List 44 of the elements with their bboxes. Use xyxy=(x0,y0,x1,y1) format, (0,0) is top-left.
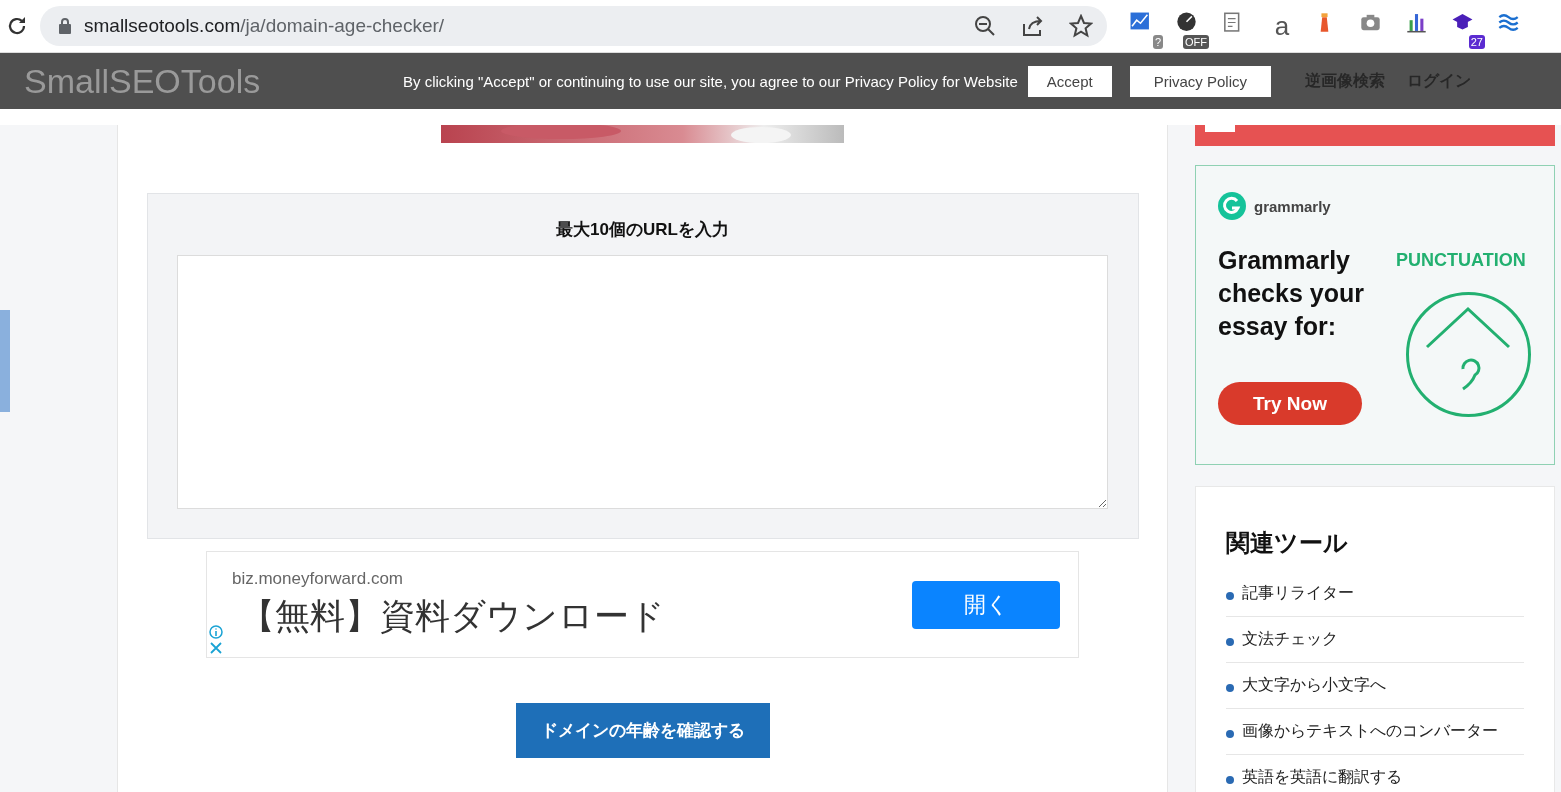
zoom-out-icon[interactable] xyxy=(973,14,997,38)
cookie-message: By clicking "Accept" or continuing to use our site, you agree to our Privacy Policy for Website xyxy=(402,72,1018,90)
bullet-icon xyxy=(1226,591,1234,600)
try-now-button[interactable]: Try Now xyxy=(1218,382,1362,425)
bar-chart-icon[interactable] xyxy=(1405,11,1428,34)
extension-badge: ? xyxy=(1152,35,1163,49)
info-icon[interactable] xyxy=(209,625,223,639)
extension-icon[interactable]: a xyxy=(1267,11,1297,41)
url-input-field[interactable] xyxy=(177,255,1108,509)
bullet-icon xyxy=(1226,775,1234,784)
lock-icon xyxy=(58,17,72,35)
feature-label: PUNCTUATION xyxy=(1396,250,1526,271)
share-icon[interactable] xyxy=(1021,14,1045,38)
comma-icon xyxy=(1405,291,1532,418)
close-icon[interactable] xyxy=(209,641,223,655)
ad-domain: biz.moneyforward.com xyxy=(232,569,404,589)
gauge-icon[interactable] xyxy=(1175,11,1198,34)
bullet-icon xyxy=(1226,729,1234,738)
ad-headline: 【無料】資料ダウンロード xyxy=(240,595,665,637)
brand-name: grammarly xyxy=(1254,197,1331,215)
url-text: smallseotools.com/ja/domain-age-checker/ xyxy=(84,15,446,37)
address-bar[interactable]: smallseotools.com/ja/domain-age-checker/ xyxy=(40,6,1107,46)
open-button[interactable]: 開く xyxy=(912,580,1060,629)
ad-banner[interactable]: biz.moneyforward.com 【無料】資料ダウンロード 開く xyxy=(206,551,1079,658)
form-title: 最大10個のURLを入力 xyxy=(556,219,729,241)
tool-link[interactable]: 画像からテキストへのコンバーター xyxy=(1242,721,1498,742)
reload-icon[interactable] xyxy=(6,15,28,37)
grammarly-logo-icon xyxy=(1218,192,1246,220)
grammarly-ad[interactable]: grammarly Grammarly checks your essay for: PUNCTUATION Try Now xyxy=(1195,165,1555,465)
tool-link[interactable]: 大文字から小文字へ xyxy=(1242,675,1386,696)
star-icon[interactable] xyxy=(1069,14,1093,38)
tool-link[interactable]: 英語を英語に翻訳する xyxy=(1242,767,1402,788)
extension-badge: 27 xyxy=(1468,35,1485,49)
bullet-icon xyxy=(1226,683,1234,692)
extension-badge: OFF xyxy=(1183,35,1209,49)
accept-button[interactable]: Accept xyxy=(1027,65,1112,97)
tool-link[interactable]: 文法チェック xyxy=(1242,629,1338,650)
bullet-icon xyxy=(1226,637,1234,646)
related-tools-title: 関連ツール xyxy=(1226,528,1349,558)
tool-link[interactable]: 記事リライター xyxy=(1242,583,1354,604)
privacy-policy-button[interactable]: Privacy Policy xyxy=(1129,65,1271,97)
check-domain-age-button[interactable]: ドメインの年齢を確認する xyxy=(515,703,770,758)
ad-headline: Grammarly checks your essay for: xyxy=(1218,245,1365,342)
waves-icon[interactable] xyxy=(1497,11,1520,34)
